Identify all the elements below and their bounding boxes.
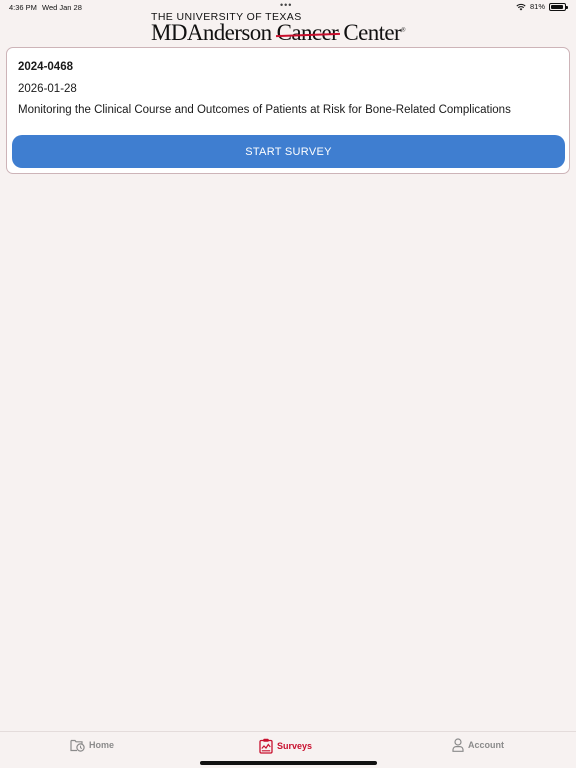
status-date: Wed Jan 28 [42, 3, 82, 12]
multitasking-dots-icon[interactable]: ••• [280, 0, 292, 10]
logo-word-cancer: Cancer [275, 20, 340, 46]
calendar-clock-icon [70, 739, 85, 752]
survey-title: Monitoring the Clinical Course and Outco… [18, 104, 511, 116]
status-time: 4:36 PM [9, 3, 37, 12]
survey-card: 2024-0468 2026-01-28 Monitoring the Clin… [6, 47, 570, 174]
app-screen: 4:36 PM Wed Jan 28 ••• 81% THE UNIVERSIT… [0, 0, 576, 768]
tab-home-label: Home [89, 740, 115, 750]
logo-word-center: Center [343, 20, 402, 45]
tab-account-label: Account [468, 740, 504, 750]
battery-icon [549, 2, 568, 11]
logo-word-anderson: Anderson [186, 20, 272, 45]
person-icon [452, 738, 464, 752]
wifi-icon [516, 3, 526, 10]
home-indicator[interactable] [200, 761, 377, 765]
status-right: 81% [516, 2, 568, 11]
battery-percent: 81% [529, 2, 545, 11]
logo-registered-mark: ® [401, 27, 406, 34]
tab-home[interactable]: Home [70, 738, 114, 752]
md-anderson-logo: THE UNIVERSITY OF TEXAS MDAnderson Cance… [151, 11, 431, 45]
survey-id: 2024-0468 [18, 61, 73, 73]
battery-fill [551, 4, 564, 9]
tab-account[interactable]: Account [452, 738, 504, 752]
tab-surveys-label: Surveys [277, 741, 313, 751]
clipboard-chart-icon [259, 738, 273, 754]
logo-wordmark: MDAnderson Cancer Center® [151, 20, 406, 46]
survey-date: 2026-01-28 [18, 83, 77, 95]
start-survey-button[interactable]: START SURVEY [12, 135, 565, 168]
logo-word-md: MD [151, 20, 187, 45]
tab-surveys[interactable]: Surveys [259, 738, 312, 754]
